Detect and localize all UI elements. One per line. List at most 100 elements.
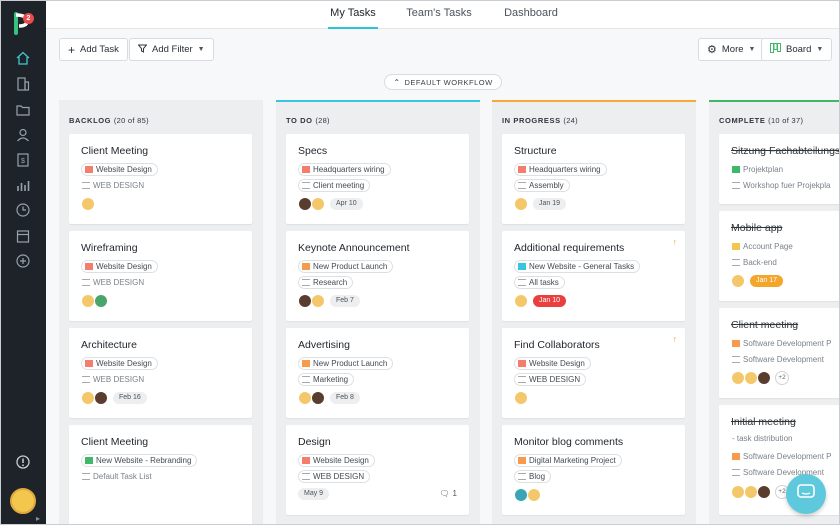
avatar[interactable] xyxy=(757,371,771,385)
task-card[interactable]: Client Meeting Website Design WEB DESIGN xyxy=(69,134,252,224)
avatar[interactable] xyxy=(81,294,95,308)
task-card[interactable]: Design Website Design WEB DESIGN May 9 🗨… xyxy=(286,425,469,515)
home-icon[interactable] xyxy=(13,48,33,68)
tasklist-tag[interactable]: Software Development xyxy=(731,353,829,366)
task-card[interactable]: Architecture Website Design WEB DESIGN F… xyxy=(69,328,252,418)
project-tag[interactable]: New Website - Rebranding xyxy=(81,454,198,467)
tasklist-tag[interactable]: WEB DESIGN xyxy=(298,470,371,483)
project-tag[interactable]: Website Design xyxy=(81,260,158,273)
project-tag[interactable]: Website Design xyxy=(298,454,375,467)
more-button[interactable]: ⚙ More ▼ xyxy=(698,38,765,61)
avatar[interactable] xyxy=(311,294,325,308)
add-filter-button[interactable]: Add Filter ▼ xyxy=(129,38,214,61)
task-card[interactable]: Keynote Announcement New Product Launch … xyxy=(286,231,469,321)
task-card[interactable]: Monitor blog comments Digital Marketing … xyxy=(502,425,685,515)
project-tag[interactable]: Website Design xyxy=(81,357,158,370)
plus-circle-icon[interactable] xyxy=(13,251,33,271)
chevron-right-icon[interactable]: ▸ xyxy=(36,514,40,523)
tab-my-tasks[interactable]: My Tasks xyxy=(328,0,378,29)
due-date-badge[interactable]: Apr 10 xyxy=(330,198,363,210)
avatar[interactable] xyxy=(311,391,325,405)
invoice-icon[interactable]: $ xyxy=(13,150,33,170)
info-icon[interactable] xyxy=(13,452,33,472)
task-card[interactable]: Client meeting Software Development P So… xyxy=(719,308,840,398)
task-card[interactable]: Structure Headquarters wiring Assembly J… xyxy=(502,134,685,224)
tasklist-tag[interactable]: Assembly xyxy=(514,179,570,192)
avatar[interactable] xyxy=(298,294,312,308)
tasklist-tag[interactable]: Marketing xyxy=(298,373,355,386)
avatar[interactable] xyxy=(298,197,312,211)
tasklist-tag[interactable]: Back-end xyxy=(731,256,782,269)
avatar[interactable] xyxy=(731,371,745,385)
avatar[interactable] xyxy=(81,197,95,211)
due-date-badge[interactable]: Feb 7 xyxy=(330,295,360,307)
tasklist-tag[interactable]: WEB DESIGN xyxy=(81,373,149,386)
avatar[interactable] xyxy=(514,197,528,211)
clock-icon[interactable] xyxy=(13,200,33,220)
building-icon[interactable] xyxy=(13,74,33,94)
avatar[interactable] xyxy=(744,371,758,385)
due-date-badge[interactable]: Feb 8 xyxy=(330,392,360,404)
workflow-selector[interactable]: ⌃ DEFAULT WORKFLOW xyxy=(384,74,502,90)
tab-teams-tasks[interactable]: Team's Tasks xyxy=(404,0,474,29)
project-tag[interactable]: Account Page xyxy=(731,240,798,253)
project-tag[interactable]: New Website - General Tasks xyxy=(514,260,641,273)
avatar[interactable] xyxy=(731,485,745,499)
project-tag[interactable]: Digital Marketing Project xyxy=(514,454,622,467)
task-card[interactable]: Advertising New Product Launch Marketing… xyxy=(286,328,469,418)
user-icon[interactable] xyxy=(13,125,33,145)
project-tag[interactable]: Software Development P xyxy=(731,450,837,463)
project-tag[interactable]: Website Design xyxy=(514,357,591,370)
avatar[interactable] xyxy=(81,391,95,405)
avatar[interactable] xyxy=(94,294,108,308)
tasklist-tag[interactable]: WEB DESIGN xyxy=(81,276,149,289)
avatar[interactable] xyxy=(311,197,325,211)
avatar[interactable] xyxy=(744,485,758,499)
project-tag[interactable]: Headquarters wiring xyxy=(298,163,391,176)
tasklist-tag[interactable]: All tasks xyxy=(514,276,565,289)
project-tag[interactable]: Headquarters wiring xyxy=(514,163,607,176)
project-tag[interactable]: New Product Launch xyxy=(298,357,394,370)
task-card[interactable]: Sitzung Fachabteilungsl Projektplan Work… xyxy=(719,134,840,204)
tasklist-tag[interactable]: Blog xyxy=(514,470,552,483)
project-tag[interactable]: Website Design xyxy=(81,163,158,176)
avatar[interactable] xyxy=(757,485,771,499)
project-tag[interactable]: Projektplan xyxy=(731,163,788,176)
notification-badge[interactable]: 2 xyxy=(23,13,34,24)
tab-dashboard[interactable]: Dashboard xyxy=(501,0,561,29)
task-card[interactable]: ↑ Find Collaborators Website Design WEB … xyxy=(502,328,685,418)
task-card[interactable]: Wireframing Website Design WEB DESIGN xyxy=(69,231,252,321)
user-avatar[interactable] xyxy=(10,488,36,514)
task-card[interactable]: Client Meeting New Website - Rebranding … xyxy=(69,425,252,525)
project-tag[interactable]: New Product Launch xyxy=(298,260,394,273)
avatar[interactable] xyxy=(527,488,541,502)
avatar[interactable] xyxy=(514,391,528,405)
add-task-button[interactable]: + Add Task xyxy=(59,38,128,61)
tasklist-tag[interactable]: Default Task List xyxy=(81,470,157,483)
tasklist-tag[interactable]: WEB DESIGN xyxy=(81,179,149,192)
tasklist-tag[interactable]: WEB DESIGN xyxy=(514,373,587,386)
avatar[interactable] xyxy=(731,274,745,288)
due-date-badge[interactable]: Jan 17 xyxy=(750,275,784,287)
avatar[interactable] xyxy=(94,391,108,405)
project-tag[interactable]: Software Development P xyxy=(731,337,837,350)
avatar[interactable] xyxy=(514,294,528,308)
task-card[interactable]: Mobile app Account Page Back-end Jan 17 xyxy=(719,211,840,301)
tasklist-tag[interactable]: Workshop fuer Projekpla xyxy=(731,179,835,192)
avatar[interactable] xyxy=(514,488,528,502)
tasklist-tag[interactable]: Client meeting xyxy=(298,179,371,192)
more-assignees-badge[interactable]: +2 xyxy=(775,371,789,385)
chat-launcher-button[interactable] xyxy=(786,474,826,514)
tasklist-tag[interactable]: Research xyxy=(298,276,354,289)
due-date-badge[interactable]: May 9 xyxy=(298,488,330,500)
comments-count[interactable]: 🗨 1 xyxy=(439,489,457,498)
chart-icon[interactable] xyxy=(13,175,33,195)
board-view-button[interactable]: Board ▼ xyxy=(761,38,833,61)
task-card[interactable]: Specs Headquarters wiring Client meeting… xyxy=(286,134,469,224)
task-card[interactable]: ↑ Additional requirements New Website - … xyxy=(502,231,685,321)
due-date-badge[interactable]: Feb 16 xyxy=(113,392,147,404)
avatar[interactable] xyxy=(298,391,312,405)
due-date-badge[interactable]: Jan 19 xyxy=(533,198,567,210)
due-date-badge[interactable]: Jan 10 xyxy=(533,295,567,307)
folder-icon[interactable] xyxy=(13,100,33,120)
